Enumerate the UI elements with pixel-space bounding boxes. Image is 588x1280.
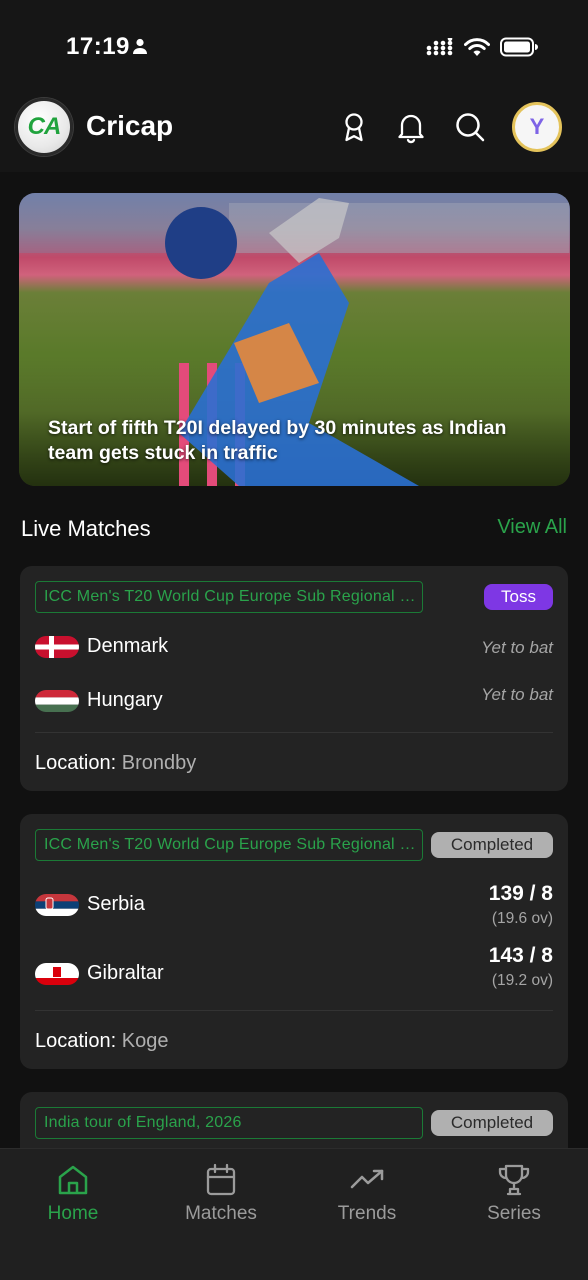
team-row: Denmark (35, 635, 168, 658)
location-value: Koge (121, 1030, 169, 1052)
trophy-icon (498, 1164, 530, 1196)
person-icon (132, 38, 148, 59)
status-time: 17:19 (66, 33, 130, 60)
wifi-icon (464, 37, 490, 62)
search-icon[interactable] (453, 110, 487, 144)
team-score: 143 / 8 (19.2 ov) (489, 944, 553, 990)
gibraltar-flag-icon (35, 962, 79, 985)
nav-label: Series (487, 1203, 541, 1224)
nav-trends[interactable]: Trends (312, 1163, 422, 1225)
hungary-flag-icon (35, 689, 79, 712)
location-label: Location: (35, 752, 117, 774)
location-label: Location: (35, 1030, 117, 1052)
home-icon (58, 1165, 88, 1195)
score-overs: (19.6 ov) (491, 910, 553, 927)
trending-icon (350, 1169, 384, 1189)
serbia-flag-icon (35, 893, 79, 916)
logo-text: CA (27, 113, 62, 140)
team-score: Yet to bat (481, 638, 553, 657)
match-card[interactable]: ICC Men's T20 World Cup Europe Sub Regio… (20, 814, 568, 1069)
app-header: CA Cricap Y (0, 90, 588, 172)
card-divider (35, 1010, 553, 1011)
nav-label: Home (47, 1203, 99, 1224)
status-bar: 17:19 (0, 0, 588, 90)
team-name: Serbia (87, 893, 145, 915)
award-icon[interactable] (337, 110, 371, 144)
hero-headline: Start of fifth T20I delayed by 30 minute… (48, 417, 507, 464)
live-matches-heading: Live Matches (21, 516, 151, 541)
battery-icon (500, 37, 538, 62)
team-row: Serbia (35, 893, 145, 916)
location-value: Brondby (121, 752, 197, 774)
calendar-icon (206, 1163, 236, 1196)
card-divider (35, 732, 553, 733)
team-row: Gibraltar (35, 962, 164, 985)
match-location: Location: Brondby (35, 752, 196, 775)
view-all-link[interactable]: View All (497, 516, 567, 539)
team-name: Denmark (87, 635, 169, 657)
status-badge: Toss (484, 584, 553, 610)
nav-home[interactable]: Home (18, 1163, 128, 1225)
team-score: 139 / 8 (19.6 ov) (489, 882, 553, 928)
match-card[interactable]: ICC Men's T20 World Cup Europe Sub Regio… (20, 566, 568, 791)
team-name: Gibraltar (87, 962, 164, 984)
user-avatar[interactable]: Y (512, 102, 562, 152)
team-row: Hungary (35, 689, 163, 712)
series-tag[interactable]: ICC Men's T20 World Cup Europe Sub Regio… (35, 829, 423, 861)
score-runs: 139 / 8 (488, 882, 553, 905)
status-indicators (426, 36, 538, 62)
series-tag[interactable]: India tour of England, 2026 (35, 1107, 423, 1139)
match-location: Location: Koge (35, 1030, 168, 1053)
team-name: Hungary (87, 689, 163, 711)
bell-icon[interactable] (394, 110, 428, 144)
denmark-flag-icon (35, 635, 79, 658)
nav-label: Trends (337, 1203, 397, 1224)
nav-matches[interactable]: Matches (166, 1163, 276, 1225)
status-badge: Completed (431, 1110, 553, 1136)
team-score: Yet to bat (481, 685, 553, 704)
score-overs: (19.2 ov) (491, 972, 553, 989)
status-badge: Completed (431, 832, 553, 858)
series-tag[interactable]: ICC Men's T20 World Cup Europe Sub Regio… (35, 581, 423, 613)
app-title: Cricap (86, 110, 174, 141)
cellular-signal-icon (426, 36, 454, 61)
nav-label: Matches (185, 1203, 257, 1224)
app-logo[interactable]: CA (15, 98, 73, 156)
bottom-navigation: Home Matches Trends Series (0, 1148, 588, 1280)
nav-series[interactable]: Series (459, 1163, 569, 1225)
score-runs: 143 / 8 (488, 944, 553, 967)
hero-news-card[interactable]: Start of fifth T20I delayed by 30 minute… (19, 193, 570, 486)
